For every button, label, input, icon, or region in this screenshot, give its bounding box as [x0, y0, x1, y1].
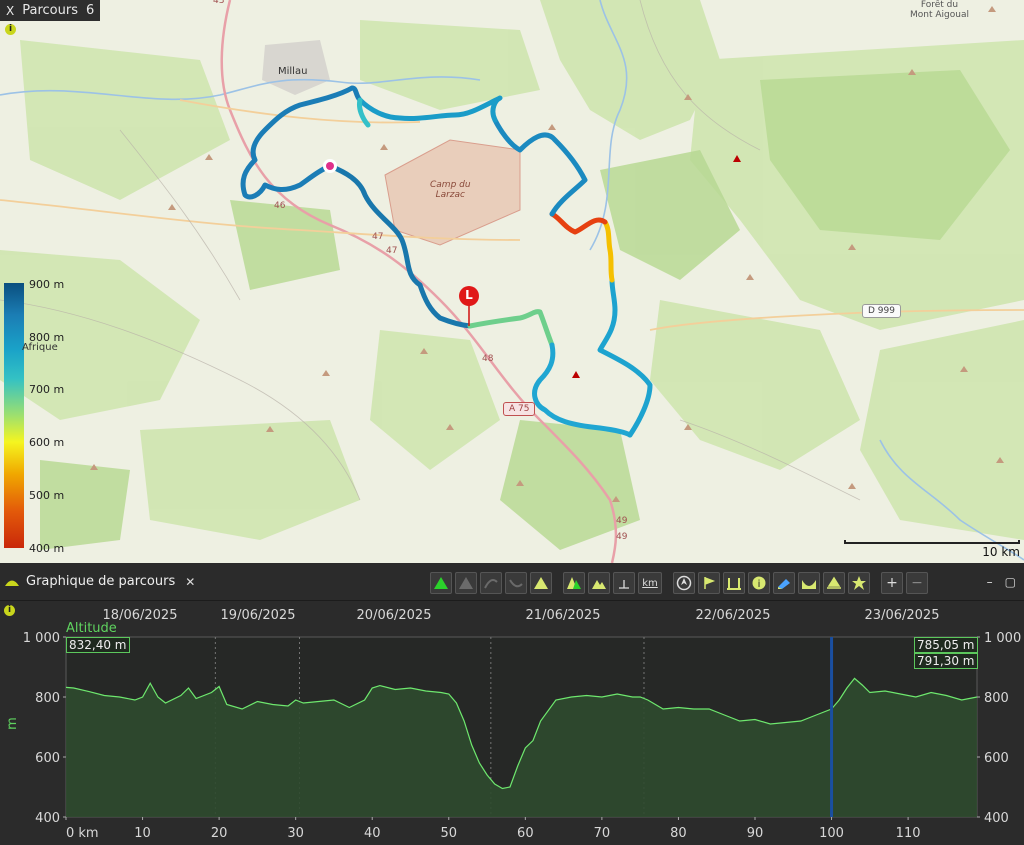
y-tick-label-right: 400: [984, 811, 1009, 826]
x-tick-label: 20: [211, 826, 228, 841]
elevation-chart-svg[interactable]: 18/06/2025 19/06/2025 20/06/2025 21/06/2025…: [0, 601, 1024, 845]
info-icon[interactable]: i: [5, 24, 16, 35]
panel-title: Graphique de parcours: [26, 574, 176, 589]
peak-icon[interactable]: [823, 572, 845, 594]
road-badge-d999: D 999: [862, 304, 901, 318]
flag-icon[interactable]: [698, 572, 720, 594]
chart-tab-icon: [5, 580, 19, 586]
compass-icon[interactable]: [673, 572, 695, 594]
x-tick-label: 10: [134, 826, 151, 841]
y-tick-label-left: 600: [35, 751, 60, 766]
time-axis-icon[interactable]: [613, 572, 635, 594]
place-label-foret: Forêt du Mont Aigoual: [910, 0, 969, 20]
road-number: 49: [616, 532, 628, 542]
road-number: 47: [386, 246, 398, 256]
track-count: 6: [85, 3, 95, 18]
window-buttons: – ▢: [987, 575, 1016, 589]
road-number: 48: [482, 354, 494, 364]
close-icon[interactable]: ✕: [185, 575, 195, 589]
y-tick-label-left: 400: [35, 811, 60, 826]
right-value-box: 785,05 m: [914, 637, 978, 653]
y-tick-label-right: 800: [984, 691, 1009, 706]
legend-label: 600 m: [29, 436, 65, 449]
y-tick-label-left: 1 000: [23, 631, 60, 646]
x-tick-label: 40: [364, 826, 381, 841]
altitude-legend-bar: [4, 283, 24, 548]
triangle-green-icon[interactable]: [430, 572, 452, 594]
star-burst-icon[interactable]: [848, 572, 870, 594]
place-label-millau: Millau: [278, 66, 308, 77]
x-tick-label: 60: [517, 826, 534, 841]
zoom-in-icon[interactable]: +: [881, 572, 903, 594]
close-icon[interactable]: X: [6, 4, 14, 18]
slope-down-icon[interactable]: [505, 572, 527, 594]
gate-icon[interactable]: [723, 572, 745, 594]
minimize-button[interactable]: –: [987, 575, 993, 589]
y-tick-label-left: 800: [35, 691, 60, 706]
road-number: 49: [616, 516, 628, 526]
road-number: 43: [213, 0, 225, 6]
road-number: 47: [372, 232, 384, 242]
highlight-icon[interactable]: [773, 572, 795, 594]
chart-panel: Graphique de parcours ✕ km i + − – ▢ 18/…: [0, 563, 1024, 845]
legend-label: 900 m: [29, 278, 65, 291]
map-scale: 10 km: [844, 540, 1020, 559]
date-label: 23/06/2025: [865, 608, 940, 623]
x-tick-label: 100: [819, 826, 844, 841]
y-unit-label: m: [4, 717, 20, 730]
start-marker[interactable]: L: [459, 288, 479, 304]
date-label: 20/06/2025: [357, 608, 432, 623]
map-title-bar: X Parcours 6: [0, 0, 101, 21]
date-label: 22/06/2025: [696, 608, 771, 623]
y-tick-label-right: 600: [984, 751, 1009, 766]
x-tick-label: 80: [670, 826, 687, 841]
svg-text:i: i: [758, 579, 761, 590]
zoom-out-icon[interactable]: −: [906, 572, 928, 594]
info-icon[interactable]: i: [748, 572, 770, 594]
x-tick-label: 90: [747, 826, 764, 841]
x-tick-label: 0 km: [66, 826, 99, 841]
tab-track-chart[interactable]: Graphique de parcours ✕: [0, 563, 195, 601]
x-tick-label: 30: [287, 826, 304, 841]
triangle-yellow-icon[interactable]: [530, 572, 552, 594]
x-tick-label: 110: [896, 826, 921, 841]
map-title: Parcours: [22, 3, 78, 18]
panel-header: Graphique de parcours ✕ km i + − – ▢: [0, 563, 1024, 601]
chart-toolbar: km i + −: [430, 572, 928, 594]
slope-icon[interactable]: [480, 572, 502, 594]
map-view[interactable]: X Parcours 6 i Millau Camp du Larzac For…: [0, 0, 1024, 563]
x-tick-label: 50: [440, 826, 457, 841]
date-label: 21/06/2025: [526, 608, 601, 623]
valley-icon[interactable]: [798, 572, 820, 594]
double-triangle-icon[interactable]: [563, 572, 585, 594]
road-badge-a75: A 75: [503, 402, 536, 416]
left-value-box: 832,40 m: [66, 637, 130, 653]
legend-extra-label: Afrique: [22, 342, 58, 353]
legend-label: 400 m: [29, 542, 65, 555]
right-value-box: 791,30 m: [914, 653, 978, 669]
info-icon[interactable]: i: [4, 605, 15, 616]
legend-label: 500 m: [29, 489, 65, 502]
elevation-chart[interactable]: 18/06/2025 19/06/2025 20/06/2025 21/06/2025…: [0, 601, 1024, 845]
altitude-label: Altitude: [66, 621, 117, 636]
road-number: 46: [274, 201, 286, 211]
legend-label: 700 m: [29, 383, 65, 396]
x-tick-label: 70: [594, 826, 611, 841]
scale-label: 10 km: [982, 545, 1020, 559]
triangle-grey-icon[interactable]: [455, 572, 477, 594]
mountains-icon[interactable]: [588, 572, 610, 594]
maximize-button[interactable]: ▢: [1005, 575, 1016, 589]
y-tick-label-right: 1 000: [984, 631, 1021, 646]
date-label: 19/06/2025: [221, 608, 296, 623]
km-axis-icon[interactable]: km: [638, 572, 662, 594]
place-label-camp: Camp du Larzac: [430, 180, 471, 200]
map-background: [0, 0, 1024, 563]
